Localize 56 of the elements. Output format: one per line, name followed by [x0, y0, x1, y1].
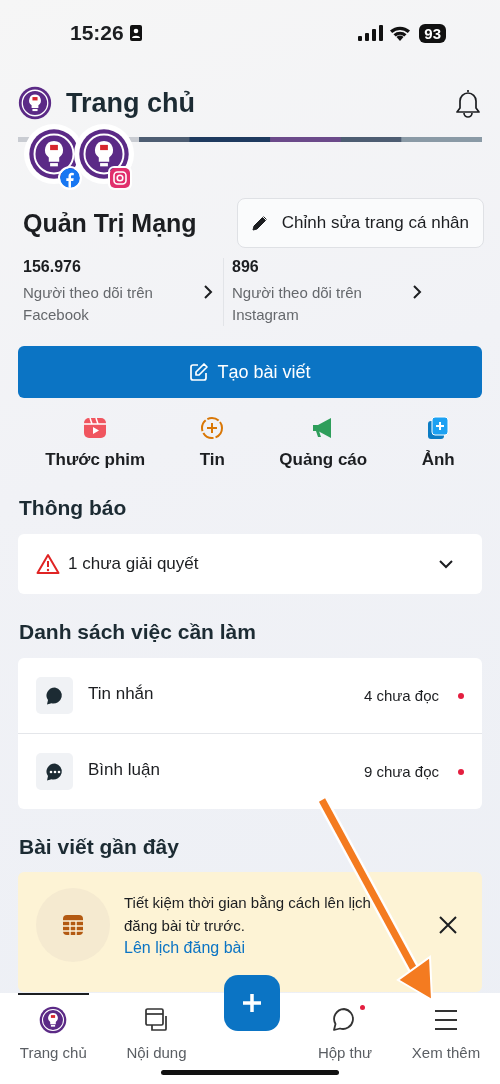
page-logo-icon: [78, 128, 130, 180]
tab[interactable]: Nội dung: [124, 993, 189, 1061]
todo-label: Tin nhắn: [88, 683, 154, 704]
tip-text: Tiết kiệm thời gian bằng cách lên lịch đăng bài từ trước.: [124, 893, 372, 936]
edit-profile-button[interactable]: Chỉnh sửa trang cá nhân: [236, 198, 484, 248]
signal-icon: [358, 25, 384, 41]
quick-action[interactable]: Thước phim: [45, 416, 146, 470]
notification-bell-icon[interactable]: [454, 88, 482, 118]
unread-count: 9 chưa đọc: [363, 763, 439, 780]
pending-count: 1 chưa giải quyết: [68, 554, 199, 574]
follower-count: 156.976: [23, 258, 82, 276]
page-name: Quản Trị Mạng: [23, 208, 197, 238]
notification-card[interactable]: 1 chưa giải quyết: [18, 534, 482, 594]
follower-label: Người theo dõi trên Facebook: [23, 283, 154, 325]
pencil-icon: [251, 215, 268, 231]
chat-bubble-icon: [44, 685, 65, 706]
schedule-link[interactable]: Lên lịch đăng bài: [124, 937, 245, 959]
follower-count: 896: [232, 258, 260, 276]
section-heading: Danh sách việc cần làm: [19, 620, 257, 644]
add-circle-icon: [200, 416, 225, 440]
layers-icon: [143, 1007, 170, 1033]
plus-icon: [241, 992, 264, 1014]
section-heading: Bài viết gần đây: [19, 835, 180, 859]
compose-icon: [189, 362, 210, 382]
create-post-button[interactable]: Tạo bài viết: [18, 346, 482, 398]
tab[interactable]: Hộp thư: [315, 993, 375, 1061]
follower-stat[interactable]: 156.976 Người theo dõi trên Facebook: [18, 258, 223, 326]
quick-action[interactable]: Quảng cáo: [279, 416, 368, 470]
page-title: Trang chủ: [66, 87, 195, 119]
comment-bubble-icon: [44, 761, 65, 782]
chevron-right-icon: [412, 284, 422, 300]
todo-item[interactable]: Bình luận 9 chưa đọc: [18, 733, 482, 809]
battery-level: 93: [419, 23, 446, 43]
todo-label: Bình luận: [88, 759, 160, 780]
tab[interactable]: Xem thêm: [409, 993, 483, 1061]
page-logo-icon: [18, 86, 52, 120]
menu-icon: [433, 1009, 458, 1031]
todo-item[interactable]: Tin nhắn 4 chưa đọc: [18, 658, 482, 733]
create-button[interactable]: [224, 975, 281, 1031]
close-icon[interactable]: [438, 915, 458, 935]
tab[interactable]: Trang chủ: [17, 993, 89, 1061]
unread-count: 4 chưa đọc: [363, 687, 439, 704]
status-time: 15:26: [70, 21, 124, 45]
quick-action[interactable]: Tin: [199, 416, 225, 470]
photo-add-icon: [426, 416, 451, 440]
video-icon: [83, 416, 108, 440]
follower-label: Người theo dõi trên Instagram: [232, 283, 363, 325]
page-logo-icon: [39, 1006, 68, 1034]
section-heading: Thông báo: [19, 496, 128, 520]
calendar-icon: [62, 914, 84, 936]
warning-icon: [36, 553, 60, 575]
wifi-icon: [389, 25, 412, 41]
follower-stat[interactable]: 896 Người theo dõi trên Instagram: [223, 258, 482, 326]
quick-action[interactable]: Ảnh: [421, 416, 455, 470]
contact-icon: [129, 25, 142, 41]
chevron-right-icon: [203, 284, 213, 300]
